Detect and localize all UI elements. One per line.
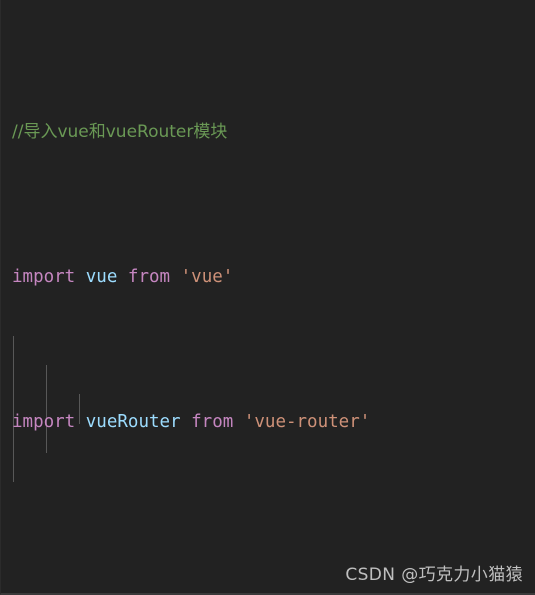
keyword-import: import: [12, 267, 76, 287]
comment-token: //导入vue和vueRouter模块: [12, 122, 228, 142]
module-string: 'vue-router': [243, 412, 371, 432]
csdn-watermark: CSDN @巧克力小猫猿: [345, 565, 523, 585]
keyword-import: import: [12, 412, 76, 432]
import-binding: vueRouter: [85, 412, 181, 432]
import-binding: vue: [85, 267, 118, 287]
code-line-3: import vueRouter from 'vue-router': [1, 408, 535, 437]
keyword-from: from: [191, 412, 234, 432]
keyword-from: from: [127, 267, 171, 287]
code-content[interactable]: //导入vue和vueRouter模块 import vue from 'vue…: [1, 0, 535, 593]
code-editor[interactable]: //导入vue和vueRouter模块 import vue from 'vue…: [0, 0, 535, 595]
module-string: 'vue': [180, 267, 234, 287]
code-line-2: import vue from 'vue': [1, 263, 535, 292]
code-line-1: //导入vue和vueRouter模块: [1, 118, 535, 147]
